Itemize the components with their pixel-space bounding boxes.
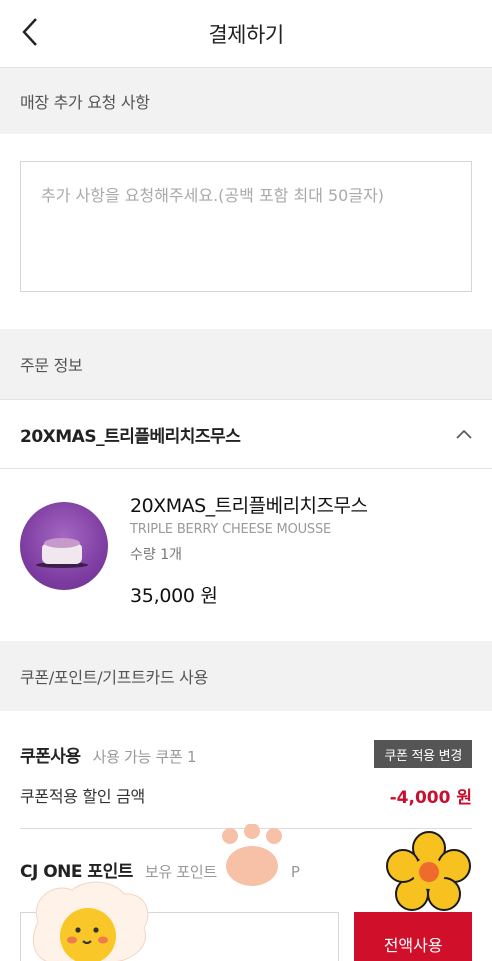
coupon-discount-row: 쿠폰적용 할인 금액 -4,000 원 — [0, 775, 492, 815]
cj-point-input[interactable] — [20, 912, 340, 961]
product-accordion-title: 20XMAS_트리플베리치즈무스 — [20, 426, 241, 447]
order-section-title: 주문 정보 — [0, 329, 492, 399]
coupon-discount-label: 쿠폰적용 할인 금액 — [20, 787, 145, 806]
back-button[interactable] — [14, 16, 46, 48]
request-section-title: 매장 추가 요청 사항 — [0, 68, 492, 134]
coupon-available: 사용 가능 쿠폰 1 — [92, 747, 197, 766]
discount-section-title: 쿠폰/포인트/기프트카드 사용 — [0, 641, 492, 711]
product-accordion-header[interactable]: 20XMAS_트리플베리치즈무스 — [0, 399, 492, 469]
cj-point-input-row: 전액사용 — [0, 912, 492, 961]
product-name: 20XMAS_트리플베리치즈무스 — [130, 495, 368, 517]
divider — [20, 828, 472, 829]
cj-point-balance-label: 보유 포인트 — [144, 863, 217, 881]
cj-point-label: CJ ONE 포인트 — [20, 862, 133, 882]
chevron-up-icon — [456, 429, 472, 439]
request-textarea[interactable] — [20, 161, 472, 292]
coupon-discount-value: -4,000 원 — [389, 787, 472, 808]
product-price: 35,000 원 — [130, 585, 218, 607]
request-area — [0, 134, 492, 329]
coupon-label: 쿠폰사용 — [20, 746, 81, 767]
product-item: 20XMAS_트리플베리치즈무스 TRIPLE BERRY CHEESE MOU… — [0, 469, 492, 641]
coupon-change-button[interactable]: 쿠폰 적용 변경 — [374, 740, 472, 768]
product-info: 20XMAS_트리플베리치즈무스 TRIPLE BERRY CHEESE MOU… — [130, 491, 368, 608]
chevron-left-icon — [22, 18, 37, 46]
use-all-button[interactable]: 전액사용 — [354, 912, 472, 961]
cj-point-balance: 보유 포인트 P — [145, 861, 300, 882]
coupon-row: 쿠폰사용 사용 가능 쿠폰 1 쿠폰 적용 변경 — [0, 733, 492, 775]
product-quantity: 수량 1개 — [130, 547, 182, 563]
product-english-name: TRIPLE BERRY CHEESE MOUSSE — [130, 522, 332, 537]
cj-point-row: CJ ONE 포인트 보유 포인트 P — [0, 857, 492, 882]
app-header: 결제하기 — [0, 0, 492, 68]
product-image — [20, 502, 108, 590]
cj-point-unit: P — [290, 863, 300, 881]
page-title: 결제하기 — [208, 22, 284, 47]
